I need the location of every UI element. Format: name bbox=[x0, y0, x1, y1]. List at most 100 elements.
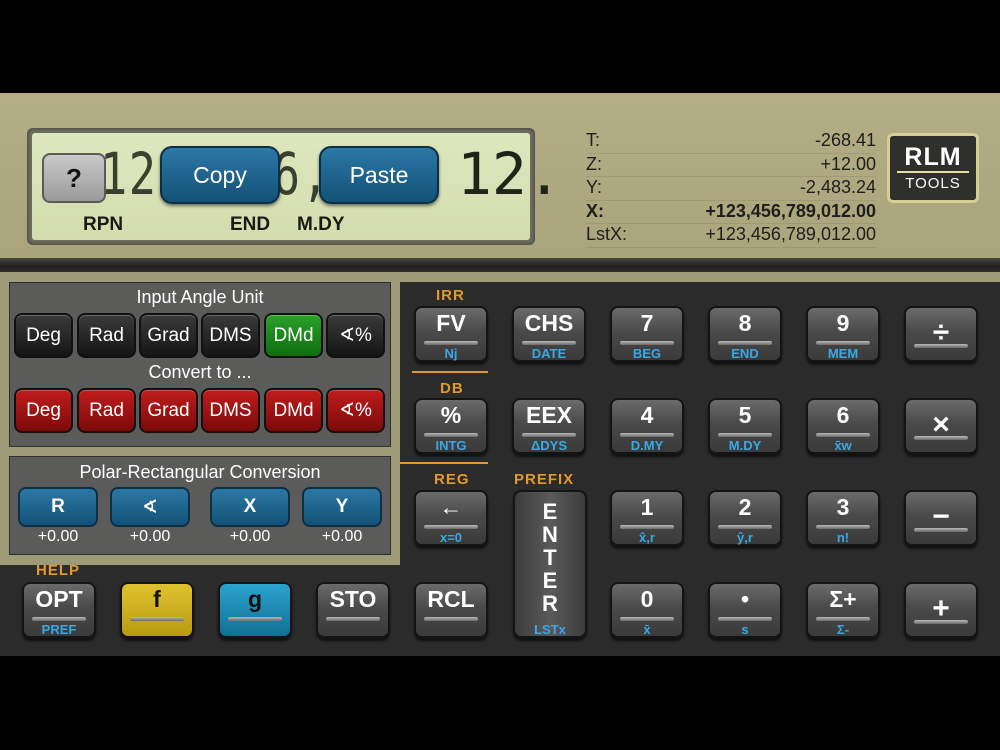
key-9[interactable]: 9 MEM bbox=[806, 306, 880, 362]
key-main-label: 2 bbox=[738, 494, 752, 520]
key-separator bbox=[914, 528, 968, 532]
copy-button[interactable]: Copy bbox=[160, 146, 280, 204]
convert-grad-button[interactable]: Grad bbox=[139, 388, 198, 433]
stack-value: +123,456,789,012.00 bbox=[705, 200, 876, 221]
key-sub-label: M.DY bbox=[728, 438, 762, 453]
annunciator-rpn: RPN bbox=[83, 214, 124, 235]
key-enter[interactable]: ENTER LSTx bbox=[513, 490, 587, 638]
convert-deg-button[interactable]: Deg bbox=[14, 388, 73, 433]
key-f[interactable]: f bbox=[120, 582, 194, 638]
polar-r-button[interactable]: R bbox=[18, 487, 98, 527]
input-angle-percent-button[interactable]: ∢% bbox=[326, 313, 385, 358]
input-deg-button[interactable]: Deg bbox=[14, 313, 73, 358]
key-6[interactable]: 6 x̄w bbox=[806, 398, 880, 454]
key-main-label: OPT bbox=[35, 586, 83, 612]
key-decimal[interactable]: • s bbox=[708, 582, 782, 638]
key-sub-label: x̂,r bbox=[639, 530, 655, 545]
key-separator bbox=[914, 436, 968, 440]
key-2[interactable]: 2 ŷ,r bbox=[708, 490, 782, 546]
key-fv[interactable]: FV Nj bbox=[414, 306, 488, 362]
key-separator bbox=[130, 617, 184, 621]
key-main-label: × bbox=[932, 408, 950, 441]
key-main-label: RCL bbox=[427, 586, 475, 612]
label-irr: IRR bbox=[436, 287, 465, 304]
key-separator bbox=[424, 433, 478, 437]
key-5[interactable]: 5 M.DY bbox=[708, 398, 782, 454]
input-rad-button[interactable]: Rad bbox=[77, 313, 136, 358]
key-sub-label: ŷ,r bbox=[737, 530, 753, 545]
key-subtract[interactable]: − bbox=[904, 490, 978, 546]
key-main-label: + bbox=[932, 592, 950, 625]
key-eex[interactable]: EEX ΔDYS bbox=[512, 398, 586, 454]
key-sigma-plus[interactable]: Σ+ Σ- bbox=[806, 582, 880, 638]
key-separator bbox=[32, 617, 86, 621]
input-dms-button[interactable]: DMS bbox=[201, 313, 260, 358]
convert-dmd-button[interactable]: DMd bbox=[264, 388, 323, 433]
key-0[interactable]: 0 x̄ bbox=[610, 582, 684, 638]
key-separator bbox=[424, 525, 478, 529]
key-g[interactable]: g bbox=[218, 582, 292, 638]
key-divide[interactable]: ÷ bbox=[904, 306, 978, 362]
help-question-button[interactable]: ? bbox=[42, 153, 106, 203]
key-main-label: 1 bbox=[640, 494, 654, 520]
key-multiply[interactable]: × bbox=[904, 398, 978, 454]
key-sub-label: Nj bbox=[444, 346, 458, 361]
label-prefix: PREFIX bbox=[514, 471, 575, 488]
stack-value: -268.41 bbox=[814, 130, 876, 150]
key-4[interactable]: 4 D.MY bbox=[610, 398, 684, 454]
stack-label: LstX: bbox=[586, 224, 628, 244]
key-rcl[interactable]: RCL bbox=[414, 582, 488, 638]
key-main-label: Σ+ bbox=[829, 586, 857, 612]
stack-value: +12.00 bbox=[820, 153, 876, 174]
key-main-label: − bbox=[932, 500, 950, 533]
stack-value: -2,483.24 bbox=[799, 177, 876, 197]
rlm-tools-logo-button[interactable]: RLM TOOLS bbox=[887, 133, 979, 203]
convert-dms-button[interactable]: DMS bbox=[201, 388, 260, 433]
lcd-digits-right: 12. bbox=[457, 140, 562, 208]
key-opt[interactable]: OPT PREF bbox=[22, 582, 96, 638]
header-divider bbox=[0, 258, 1000, 272]
convert-angle-percent-button[interactable]: ∢% bbox=[326, 388, 385, 433]
key-separator bbox=[620, 433, 674, 437]
rect-x-button[interactable]: X bbox=[210, 487, 290, 527]
polar-r-value: +0.00 bbox=[37, 528, 79, 545]
key-separator bbox=[718, 525, 772, 529]
convert-rad-button[interactable]: Rad bbox=[77, 388, 136, 433]
rect-y-value: +0.00 bbox=[321, 528, 363, 545]
key-separator bbox=[718, 617, 772, 621]
key-7[interactable]: 7 BEG bbox=[610, 306, 684, 362]
key-separator bbox=[424, 341, 478, 345]
key-main-label: • bbox=[740, 586, 750, 612]
key-backspace[interactable]: ← x=0 bbox=[414, 490, 488, 546]
polar-panel-title: Polar-Rectangular Conversion bbox=[79, 462, 321, 482]
key-separator bbox=[816, 433, 870, 437]
key-sub-label: DATE bbox=[531, 346, 567, 361]
key-percent[interactable]: % INTG bbox=[414, 398, 488, 454]
top-letterbox bbox=[0, 0, 1000, 93]
label-help: HELP bbox=[36, 562, 81, 579]
label-reg: REG bbox=[434, 471, 470, 488]
polar-angle-button[interactable]: ∢ bbox=[110, 487, 190, 527]
input-grad-button[interactable]: Grad bbox=[139, 313, 198, 358]
key-add[interactable]: + bbox=[904, 582, 978, 638]
key-sub-label: END bbox=[731, 346, 759, 361]
key-chs[interactable]: CHS DATE bbox=[512, 306, 586, 362]
key-main-label: 8 bbox=[738, 310, 752, 336]
key-1[interactable]: 1 x̂,r bbox=[610, 490, 684, 546]
key-3[interactable]: 3 n! bbox=[806, 490, 880, 546]
key-8[interactable]: 8 END bbox=[708, 306, 782, 362]
key-separator bbox=[718, 433, 772, 437]
bracket-db bbox=[412, 371, 488, 373]
key-main-label: % bbox=[440, 402, 462, 428]
input-dmd-button[interactable]: DMd bbox=[264, 313, 323, 358]
key-separator bbox=[522, 341, 576, 345]
key-sto[interactable]: STO bbox=[316, 582, 390, 638]
key-sub-label: LSTx bbox=[534, 622, 566, 637]
enter-letters: ENTER bbox=[542, 499, 558, 616]
key-separator bbox=[816, 341, 870, 345]
annunciator-end: END bbox=[230, 214, 271, 235]
key-main-label: 0 bbox=[640, 586, 654, 612]
rect-y-button[interactable]: Y bbox=[302, 487, 382, 527]
paste-button[interactable]: Paste bbox=[319, 146, 439, 204]
key-sub-label: n! bbox=[836, 530, 850, 545]
